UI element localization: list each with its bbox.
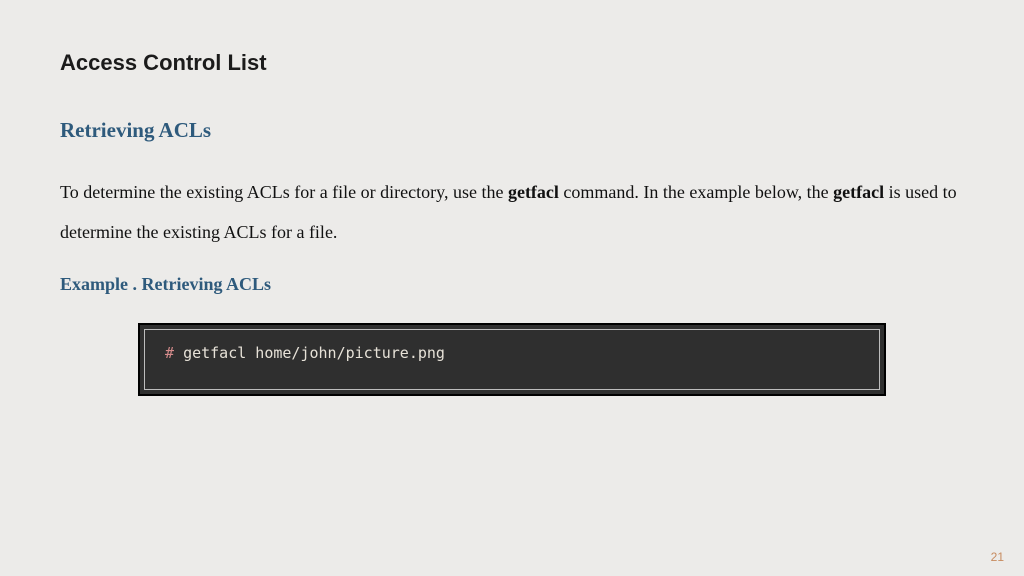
body-segment: To determine the existing ACLs for a fil…: [60, 182, 508, 202]
command-name: getfacl: [833, 182, 884, 202]
code-block: # getfacl home/john/picture.png: [138, 323, 886, 396]
body-segment: command. In the example below, the: [559, 182, 833, 202]
slide-title: Access Control List: [60, 50, 964, 76]
example-label: Example . Retrieving ACLs: [60, 274, 964, 295]
page-number: 21: [991, 550, 1004, 564]
shell-command: getfacl home/john/picture.png: [183, 344, 445, 362]
shell-prompt: #: [165, 344, 183, 362]
body-paragraph: To determine the existing ACLs for a fil…: [60, 173, 964, 252]
command-name: getfacl: [508, 182, 559, 202]
slide: Access Control List Retrieving ACLs To d…: [0, 0, 1024, 576]
code-line: # getfacl home/john/picture.png: [165, 344, 859, 363]
code-inner: # getfacl home/john/picture.png: [144, 329, 880, 390]
section-heading: Retrieving ACLs: [60, 118, 964, 143]
